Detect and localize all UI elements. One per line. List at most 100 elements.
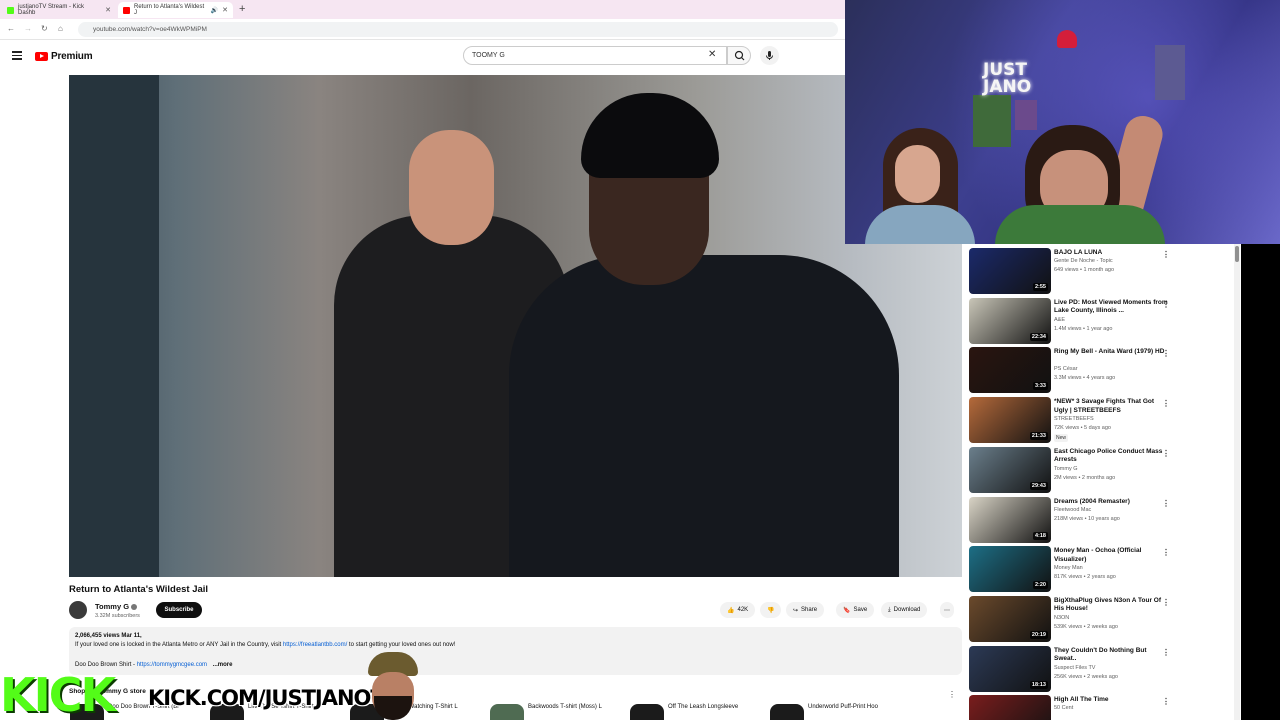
recommendation-item[interactable]: 3:33 Ring My Bell - Anita Ward (1979) HD P… xyxy=(969,347,1239,394)
more-vertical-icon[interactable]: ⋮ xyxy=(1162,399,1170,408)
recommendation-thumbnail[interactable]: 29:43 xyxy=(969,446,1051,493)
recommendation-channel[interactable]: Money Man xyxy=(1054,565,1083,571)
recommendation-channel[interactable]: STREETBEEFS xyxy=(1054,416,1094,422)
subscribe-button[interactable]: Subscribe xyxy=(156,602,202,618)
duration-badge: 18:13 xyxy=(1029,680,1048,689)
recommendation-title[interactable]: BigXthaPlug Gives N3on A Tour Of His Hou… xyxy=(1054,597,1169,614)
close-tab-icon[interactable]: ✕ xyxy=(222,6,228,14)
recommendation-channel[interactable]: A&E xyxy=(1054,317,1065,323)
recommendation-channel[interactable]: Fleetwood Mac xyxy=(1054,507,1091,513)
browser-tab-kick[interactable]: justjanoTV Stream - Kick Dashb ✕ xyxy=(2,2,116,18)
recommendation-item[interactable]: High All The Time 50 Cent ⋮ xyxy=(969,695,1239,720)
recommendation-item[interactable]: 4:18 Dreams (2004 Remaster) Fleetwood Mac 2… xyxy=(969,496,1239,543)
recommendation-title[interactable]: High All The Time xyxy=(1054,696,1169,705)
search-input[interactable]: TOOMY G xyxy=(463,46,727,65)
product-name: Off The Leash Longsleeve xyxy=(668,704,739,710)
recommendation-title[interactable]: Ring My Bell - Anita Ward (1979) HD xyxy=(1054,348,1169,357)
recommendation-item[interactable]: 20:19 BigXthaPlug Gives N3on A Tour Of Hi… xyxy=(969,595,1239,642)
duration-badge: 3:33 xyxy=(1032,382,1048,391)
clear-search-icon[interactable]: ✕ xyxy=(708,49,716,60)
more-vertical-icon[interactable]: ⋮ xyxy=(1162,250,1170,259)
menu-icon[interactable] xyxy=(12,51,22,60)
browser-tab-youtube[interactable]: Return to Atlanta's Wildest J 🔊 ✕ xyxy=(118,2,233,18)
forward-icon[interactable]: → xyxy=(24,24,32,33)
recommendation-thumbnail[interactable]: 2:20 xyxy=(969,546,1051,593)
channel-name[interactable]: Tommy G xyxy=(95,602,138,611)
recommendation-thumbnail[interactable]: 22:34 xyxy=(969,297,1051,344)
recommendation-channel[interactable]: N3ON xyxy=(1054,615,1069,621)
kick-logo: KICK xyxy=(0,668,116,720)
recommendation-title[interactable]: Dreams (2004 Remaster) xyxy=(1054,498,1169,507)
more-vertical-icon[interactable]: ⋮ xyxy=(1162,598,1170,607)
recommendation-title[interactable]: Money Man - Ochoa (Official Visualizer) xyxy=(1054,547,1169,564)
more-vertical-icon[interactable]: ⋮ xyxy=(1162,449,1170,458)
channel-name-text: Tommy G xyxy=(95,602,130,611)
recommendation-thumbnail[interactable]: 3:33 xyxy=(969,347,1051,394)
recommendation-title[interactable]: BAJO LA LUNA xyxy=(1054,249,1169,258)
recommendation-title[interactable]: They Couldn't Do Nothing But Sweat.. xyxy=(1054,647,1169,664)
recommendation-meta: 1.4M views • 1 year ago xyxy=(1054,325,1113,332)
recommendation-thumbnail[interactable]: 4:18 xyxy=(969,496,1051,543)
close-tab-icon[interactable]: ✕ xyxy=(105,6,111,14)
description-text: to start getting your loved ones out now… xyxy=(347,642,456,648)
voice-search-button[interactable] xyxy=(760,46,779,65)
store-item[interactable]: Off The Leash Longsleeve xyxy=(630,704,738,720)
more-vertical-icon[interactable]: ⋮ xyxy=(1162,548,1170,557)
address-bar[interactable]: youtube.com/watch?v=oe4WkWPMiPM xyxy=(78,22,838,37)
more-vertical-icon[interactable]: ⋮ xyxy=(1162,349,1170,358)
recommendation-thumbnail[interactable]: 2:55 xyxy=(969,248,1051,294)
back-icon[interactable]: ← xyxy=(7,24,15,33)
new-tab-icon[interactable]: + xyxy=(239,3,245,15)
video-player[interactable] xyxy=(69,75,962,577)
recommendation-channel[interactable]: Gente De Noche - Topic xyxy=(1054,258,1113,264)
recommendation-channel[interactable]: Suspect Files TV xyxy=(1054,665,1095,671)
product-thumbnail xyxy=(770,704,804,720)
recommendation-item[interactable]: 22:34 Live PD: Most Viewed Moments from L… xyxy=(969,297,1239,344)
download-button[interactable]: ⤓ Download xyxy=(881,602,928,618)
download-icon: ⤓ xyxy=(888,606,891,613)
reload-icon[interactable]: ↻ xyxy=(41,24,48,33)
recommendation-channel[interactable]: 50 Cent xyxy=(1054,705,1073,711)
description-link[interactable]: https://tommygmcgee.com xyxy=(137,662,207,668)
more-vertical-icon[interactable]: ⋮ xyxy=(1162,697,1170,706)
tab-label: justjanoTV Stream - Kick Dashb xyxy=(18,4,85,16)
share-button[interactable]: ↪ Share xyxy=(786,602,825,618)
more-actions-button[interactable]: ⋯ xyxy=(940,602,954,618)
description-link[interactable]: https://freeatlantbb.com/ xyxy=(283,642,347,648)
sidebar-scrollbar[interactable] xyxy=(1234,244,1240,720)
recommendation-thumbnail[interactable]: 18:13 xyxy=(969,645,1051,692)
youtube-logo[interactable]: Premium xyxy=(35,51,93,62)
like-button[interactable]: 👍 42K xyxy=(720,602,756,618)
store-item[interactable]: Underworld Puff-Print Hoo xyxy=(770,704,878,720)
dislike-button[interactable]: 👎 xyxy=(760,602,782,618)
streamer-avatar xyxy=(362,652,424,720)
recommendation-channel[interactable]: PS César xyxy=(1054,366,1078,372)
description-box[interactable]: 2,066,455 views Mar 11, If your loved on… xyxy=(69,627,962,675)
recommendation-item[interactable]: 2:20 Money Man - Ochoa (Official Visualiz… xyxy=(969,546,1239,593)
store-more-icon[interactable]: ⋮ xyxy=(948,690,956,699)
recommendation-item[interactable]: 21:33 *NEW* 3 Savage Fights That Got Ugly… xyxy=(969,397,1239,444)
recommendation-item[interactable]: 2:55 BAJO LA LUNA Gente De Noche - Topic 64… xyxy=(969,248,1239,294)
store-item[interactable]: Backwoods T-shirt (Moss) L xyxy=(490,704,602,720)
recommendation-item[interactable]: 18:13 They Couldn't Do Nothing But Sweat.… xyxy=(969,645,1239,692)
more-vertical-icon[interactable]: ⋮ xyxy=(1162,499,1170,508)
save-button[interactable]: 🔖 Save xyxy=(836,602,875,618)
scrollbar-thumb[interactable] xyxy=(1235,246,1239,262)
more-vertical-icon[interactable]: ⋮ xyxy=(1162,648,1170,657)
recommendation-thumbnail[interactable] xyxy=(969,695,1051,720)
home-icon[interactable]: ⌂ xyxy=(58,24,63,33)
recommendation-title[interactable]: Live PD: Most Viewed Moments from Lake C… xyxy=(1054,299,1169,316)
recommendation-thumbnail[interactable]: 20:19 xyxy=(969,595,1051,642)
more-vertical-icon[interactable]: ⋮ xyxy=(1162,300,1170,309)
channel-avatar[interactable] xyxy=(69,601,87,619)
search-button[interactable] xyxy=(727,46,751,65)
recommendation-channel[interactable]: Tommy G xyxy=(1054,466,1078,472)
recommendation-title[interactable]: *NEW* 3 Savage Fights That Got Ugly | ST… xyxy=(1054,398,1169,415)
wall-poster xyxy=(1015,100,1037,130)
show-more-link[interactable]: ...more xyxy=(213,662,233,668)
search-icon xyxy=(734,50,745,61)
recommendation-item[interactable]: 29:43 East Chicago Police Conduct Mass Ar… xyxy=(969,446,1239,493)
recommendation-thumbnail[interactable]: 21:33 xyxy=(969,397,1051,444)
audio-playing-icon[interactable]: 🔊 xyxy=(211,7,218,14)
recommendation-title[interactable]: East Chicago Police Conduct Mass Arrests xyxy=(1054,448,1169,465)
